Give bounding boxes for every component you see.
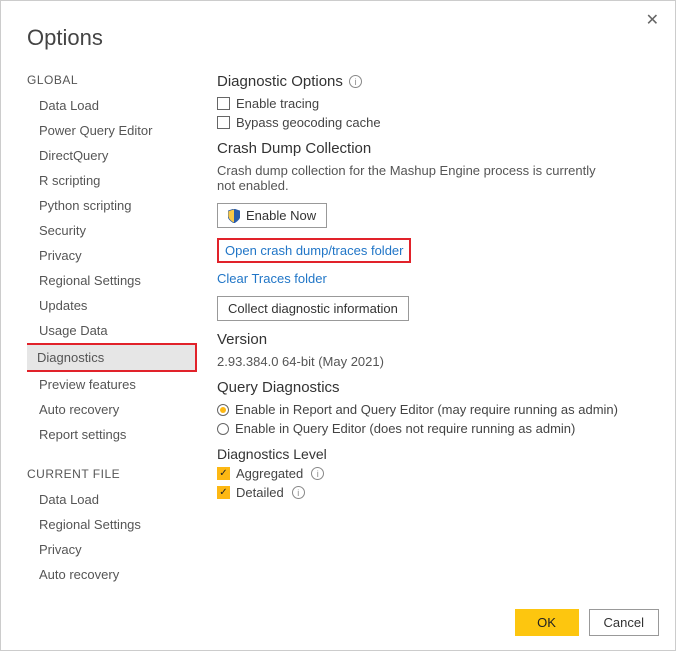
- sidebar-item-preview-features[interactable]: Preview features: [27, 372, 197, 397]
- sidebar: GLOBAL Data Load Power Query Editor Dire…: [27, 59, 197, 599]
- qd-option2-radio[interactable]: [217, 423, 229, 435]
- enable-tracing-label: Enable tracing: [236, 96, 319, 111]
- sidebar-item-cf-privacy[interactable]: Privacy: [27, 537, 197, 562]
- close-icon[interactable]: ✕: [642, 9, 663, 33]
- open-crash-dump-folder-link[interactable]: Open crash dump/traces folder: [217, 238, 411, 263]
- enable-tracing-checkbox[interactable]: [217, 97, 230, 110]
- sidebar-item-usage-data[interactable]: Usage Data: [27, 318, 197, 343]
- enable-now-button[interactable]: Enable Now: [217, 203, 327, 228]
- shield-icon: [228, 209, 240, 223]
- section-header-current-file: CURRENT FILE: [27, 459, 197, 487]
- sidebar-item-cf-data-load[interactable]: Data Load: [27, 487, 197, 512]
- qd-option1-radio[interactable]: [217, 404, 229, 416]
- sidebar-item-cf-regional-settings[interactable]: Regional Settings: [27, 512, 197, 537]
- info-icon[interactable]: i: [292, 486, 305, 499]
- sidebar-item-directquery[interactable]: DirectQuery: [27, 143, 197, 168]
- diagnostics-level-heading: Diagnostics Level: [217, 446, 667, 462]
- dialog-title: Options: [1, 1, 675, 59]
- sidebar-item-data-load[interactable]: Data Load: [27, 93, 197, 118]
- clear-traces-link[interactable]: Clear Traces folder: [217, 271, 327, 286]
- section-header-global: GLOBAL: [27, 65, 197, 93]
- info-icon[interactable]: i: [311, 467, 324, 480]
- sidebar-item-updates[interactable]: Updates: [27, 293, 197, 318]
- sidebar-item-security[interactable]: Security: [27, 218, 197, 243]
- sidebar-item-cf-auto-recovery[interactable]: Auto recovery: [27, 562, 197, 587]
- detailed-label: Detailed: [236, 485, 284, 500]
- sidebar-item-power-query-editor[interactable]: Power Query Editor: [27, 118, 197, 143]
- content-pane: Diagnostic Options i Enable tracing Bypa…: [197, 59, 675, 599]
- aggregated-label: Aggregated: [236, 466, 303, 481]
- dialog-footer: OK Cancel: [1, 599, 675, 650]
- sidebar-item-auto-recovery[interactable]: Auto recovery: [27, 397, 197, 422]
- cancel-button[interactable]: Cancel: [589, 609, 659, 636]
- ok-button[interactable]: OK: [515, 609, 579, 636]
- diagnostic-options-heading: Diagnostic Options i: [217, 73, 667, 90]
- version-text: 2.93.384.0 64-bit (May 2021): [217, 354, 607, 369]
- qd-option2-label: Enable in Query Editor (does not require…: [235, 421, 575, 436]
- aggregated-checkbox[interactable]: ✓: [217, 467, 230, 480]
- sidebar-item-regional-settings[interactable]: Regional Settings: [27, 268, 197, 293]
- info-icon[interactable]: i: [349, 75, 362, 88]
- enable-now-label: Enable Now: [246, 208, 316, 223]
- crash-dump-desc: Crash dump collection for the Mashup Eng…: [217, 163, 607, 193]
- bypass-geocoding-checkbox[interactable]: [217, 116, 230, 129]
- detailed-checkbox[interactable]: ✓: [217, 486, 230, 499]
- crash-dump-heading: Crash Dump Collection: [217, 140, 667, 157]
- sidebar-item-python-scripting[interactable]: Python scripting: [27, 193, 197, 218]
- bypass-geocoding-label: Bypass geocoding cache: [236, 115, 381, 130]
- collect-diagnostic-button[interactable]: Collect diagnostic information: [217, 296, 409, 321]
- sidebar-item-privacy[interactable]: Privacy: [27, 243, 197, 268]
- sidebar-item-r-scripting[interactable]: R scripting: [27, 168, 197, 193]
- sidebar-item-diagnostics[interactable]: Diagnostics: [27, 343, 197, 372]
- version-heading: Version: [217, 331, 667, 348]
- sidebar-item-report-settings[interactable]: Report settings: [27, 422, 197, 447]
- query-diagnostics-heading: Query Diagnostics: [217, 379, 667, 396]
- qd-option1-label: Enable in Report and Query Editor (may r…: [235, 402, 618, 417]
- diagnostic-options-label: Diagnostic Options: [217, 73, 343, 90]
